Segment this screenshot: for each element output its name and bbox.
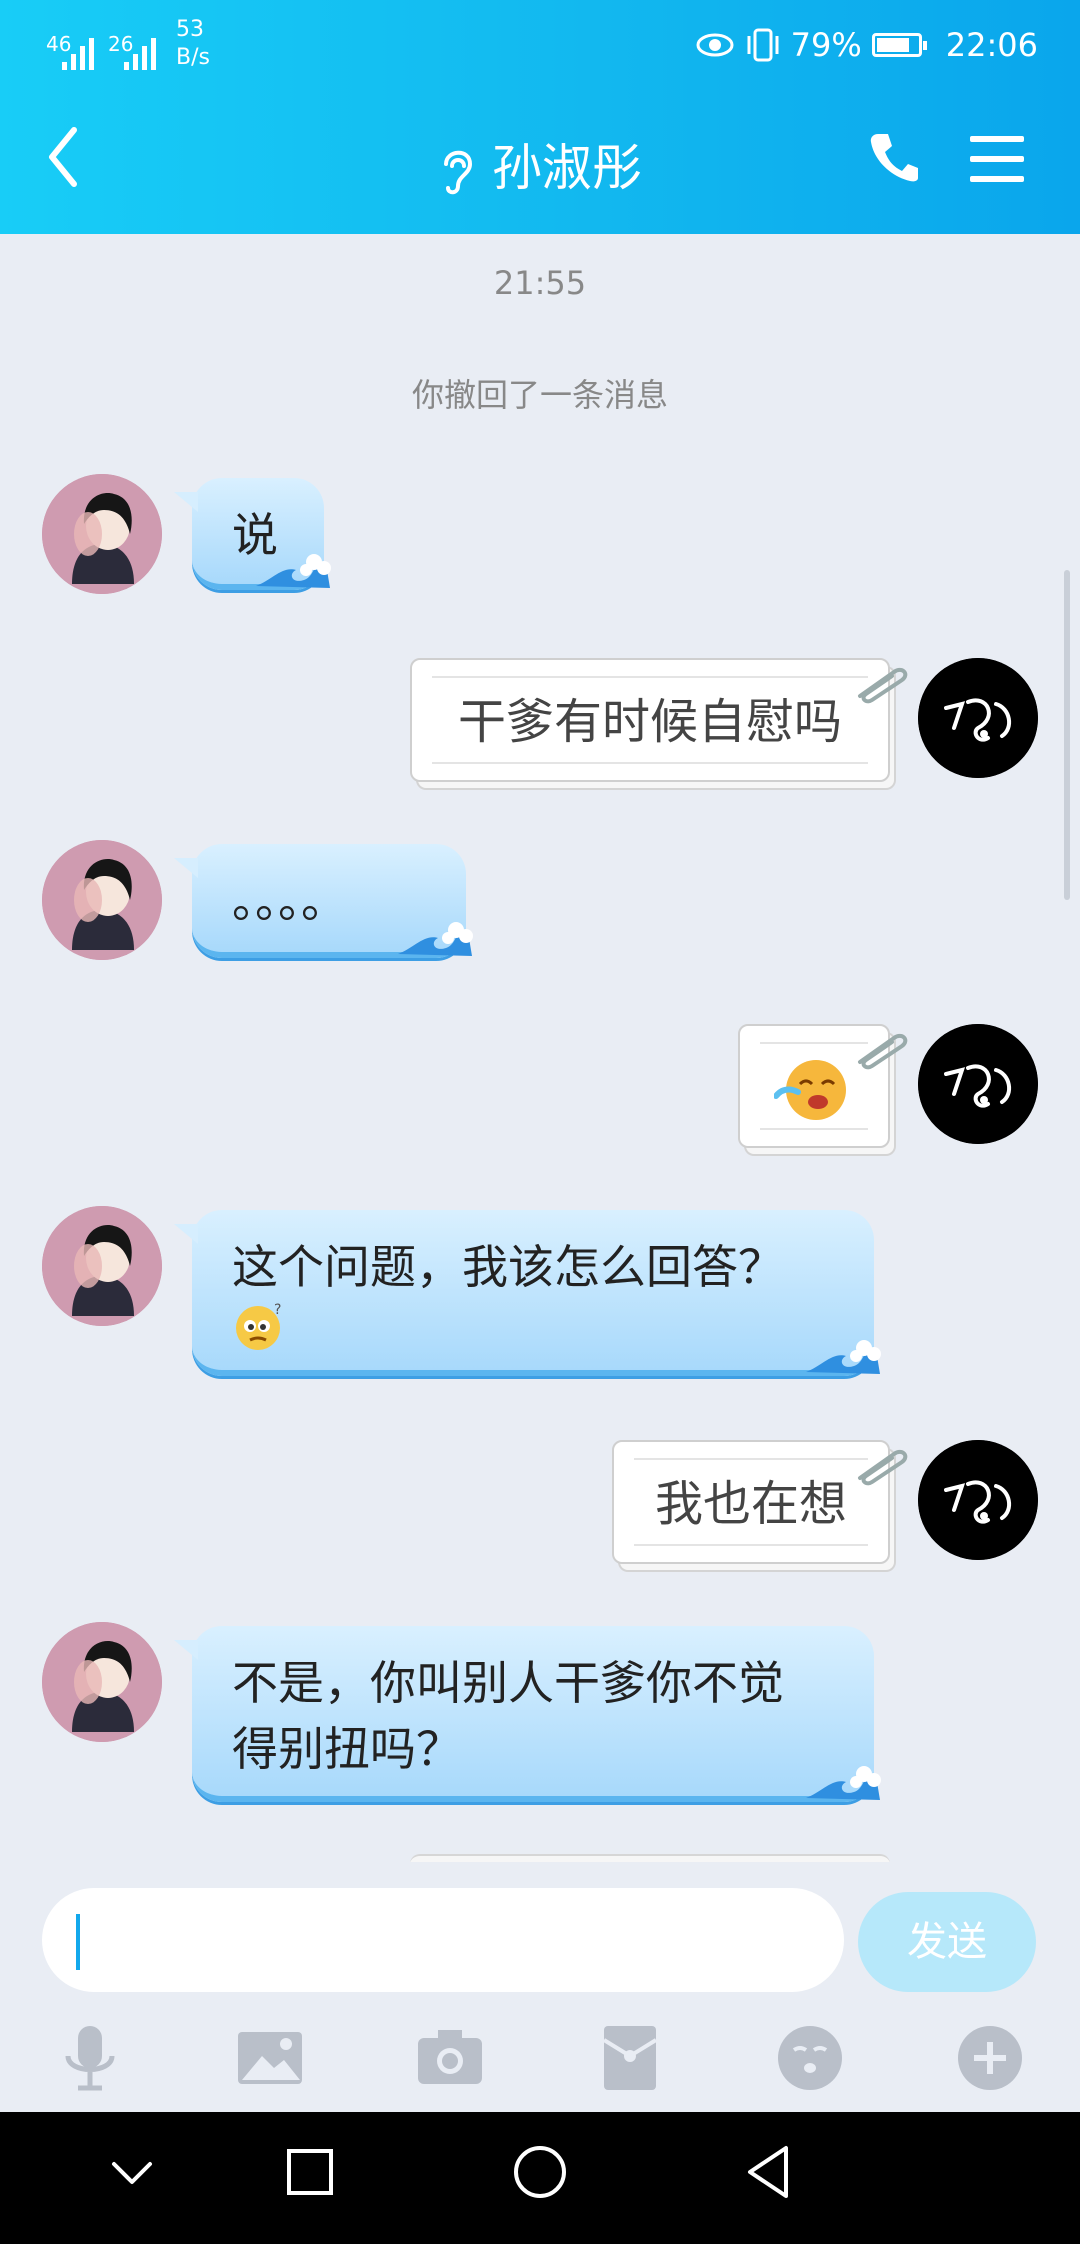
my-avatar[interactable] — [918, 1440, 1038, 1560]
contact-avatar[interactable] — [42, 1622, 162, 1742]
wave-decoration-icon — [806, 1766, 881, 1800]
svg-text:?: ? — [274, 1302, 281, 1318]
network-speed-value: 53 — [176, 17, 204, 42]
contact-avatar[interactable] — [42, 840, 162, 960]
eye-icon — [696, 33, 734, 57]
paperclip-icon — [858, 1033, 908, 1070]
outgoing-message[interactable]: 我也在想 — [612, 1440, 908, 1564]
menu-icon[interactable] — [970, 136, 1024, 196]
contact-avatar[interactable] — [42, 474, 162, 594]
confused-emoji-icon: ? — [236, 1302, 281, 1350]
message-text-line: 得别扭吗？ — [232, 1722, 462, 1776]
toolbar — [0, 2022, 1080, 2102]
camera-icon[interactable] — [414, 2022, 486, 2094]
image-icon[interactable] — [234, 2022, 306, 2094]
plus-icon[interactable] — [954, 2022, 1026, 2094]
mic-icon[interactable] — [54, 2022, 126, 2094]
incoming-message[interactable]: 这个问题，我该怎么回答？ ? — [174, 1210, 881, 1376]
hide-keyboard-icon[interactable] — [110, 2160, 154, 2188]
message-list[interactable]: 21:55 你撤回了一条消息 说 干爹有时候自慰吗 。。。。 这个问题，我该怎么… — [0, 234, 1080, 1862]
contact-name: 孙淑彤 — [492, 139, 642, 197]
paperclip-icon — [858, 667, 908, 704]
network-speed: 53 B/s — [176, 16, 210, 72]
contact-avatar[interactable] — [42, 1206, 162, 1326]
composer: 发送 — [0, 1862, 1080, 2112]
incoming-message[interactable]: 。。。。 — [174, 844, 473, 958]
tearful-laughing-emoji-icon — [774, 1060, 846, 1120]
my-avatar[interactable] — [918, 1024, 1038, 1144]
status-right: 79% 22:06 — [695, 26, 1038, 64]
wave-decoration-icon — [806, 1340, 881, 1374]
message-timestamp: 21:55 — [493, 264, 587, 302]
vibrate-icon — [747, 28, 779, 62]
partial-message — [410, 1854, 890, 1862]
home-icon[interactable] — [512, 2144, 568, 2200]
back-nav-icon[interactable] — [744, 2144, 792, 2200]
system-navigation-bar — [0, 2112, 1080, 2244]
paperclip-icon — [858, 1449, 908, 1486]
recents-icon[interactable] — [286, 2148, 334, 2196]
wave-decoration-icon — [398, 922, 473, 956]
outgoing-sticker-message[interactable] — [738, 1024, 908, 1148]
message-text: 我也在想 — [654, 1476, 847, 1532]
message-text: 干爹有时候自慰吗 — [457, 694, 842, 750]
status-bar: 46 26 53 B/s 79% 22:06 — [0, 16, 1080, 76]
message-input[interactable] — [42, 1888, 844, 1992]
battery-percent: 79% — [790, 26, 862, 64]
send-button[interactable]: 发送 — [858, 1892, 1036, 1992]
my-avatar[interactable] — [918, 658, 1038, 778]
incoming-message[interactable]: 说 — [174, 478, 331, 590]
app-header: 46 26 53 B/s 79% 22:06 孙淑彤 — [0, 0, 1080, 234]
wave-decoration-icon — [256, 554, 331, 588]
network-speed-unit: B/s — [176, 45, 210, 70]
text-caret — [76, 1914, 80, 1970]
outgoing-message[interactable]: 干爹有时候自慰吗 — [410, 658, 908, 782]
red-packet-icon[interactable] — [594, 2022, 666, 2094]
phone-icon[interactable] — [868, 130, 920, 184]
signal-bars-2-icon — [124, 36, 156, 70]
signal-bars-1-icon — [62, 36, 94, 70]
message-text: 。。。。 — [232, 874, 347, 928]
incoming-message[interactable]: 不是，你叫别人干爹你不觉 得别扭吗？ — [174, 1626, 881, 1802]
title-bar: 孙淑彤 — [0, 120, 1080, 200]
recall-notice: 你撤回了一条消息 — [411, 376, 668, 414]
ear-icon — [444, 150, 473, 194]
battery-icon — [871, 33, 927, 57]
clock: 22:06 — [945, 26, 1038, 64]
message-text-line: 不是，你叫别人干爹你不觉 — [232, 1656, 784, 1710]
message-text: 这个问题，我该怎么回答？ — [232, 1240, 784, 1294]
emoji-icon[interactable] — [774, 2022, 846, 2094]
scrollbar[interactable] — [1064, 570, 1070, 900]
